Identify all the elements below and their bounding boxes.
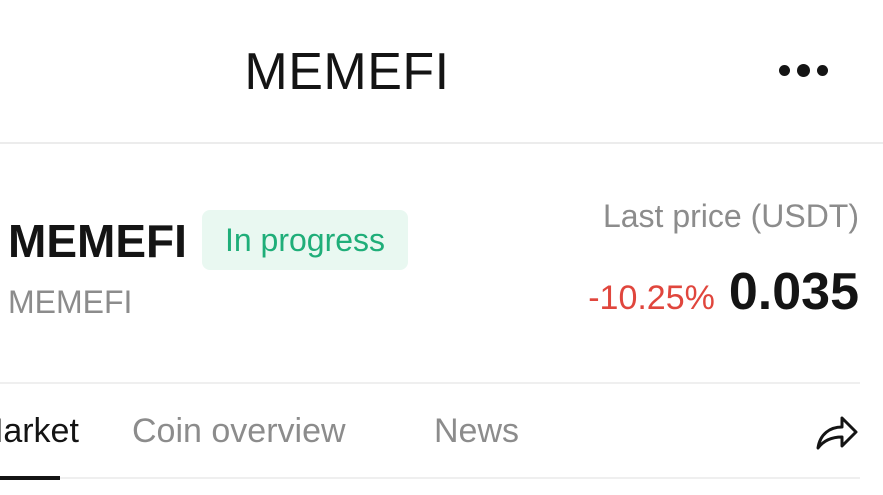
tab-coin-overview[interactable]: Coin overview	[132, 412, 346, 451]
more-options-button[interactable]	[770, 56, 836, 84]
last-price-label: Last price (USDT)	[602, 198, 859, 234]
price-row: -10.25% 0.035	[588, 262, 859, 322]
coin-name: MEMEFI	[8, 215, 187, 267]
share-button[interactable]	[812, 410, 860, 454]
active-tab-indicator	[0, 476, 60, 480]
header: MEMEFI	[0, 0, 883, 144]
tab-market[interactable]: Market	[0, 412, 79, 451]
tab-news[interactable]: News	[434, 412, 519, 451]
page-title: MEMEFI	[244, 43, 450, 101]
coin-symbol: MEMEFI	[8, 284, 133, 320]
dot	[796, 63, 810, 77]
tab-bar-divider	[60, 477, 860, 479]
tab-bar: Market Coin overview News	[0, 384, 883, 495]
dot	[778, 64, 790, 76]
share-arrow-icon	[816, 416, 858, 450]
dot	[816, 64, 828, 76]
more-dots-icon	[778, 63, 828, 77]
status-badge: In progress	[202, 210, 408, 270]
price-change: -10.25%	[588, 279, 715, 317]
page: MEMEFI MEMEFI In progress MEMEFI Last pr…	[0, 0, 883, 495]
last-price-value: 0.035	[728, 263, 859, 321]
